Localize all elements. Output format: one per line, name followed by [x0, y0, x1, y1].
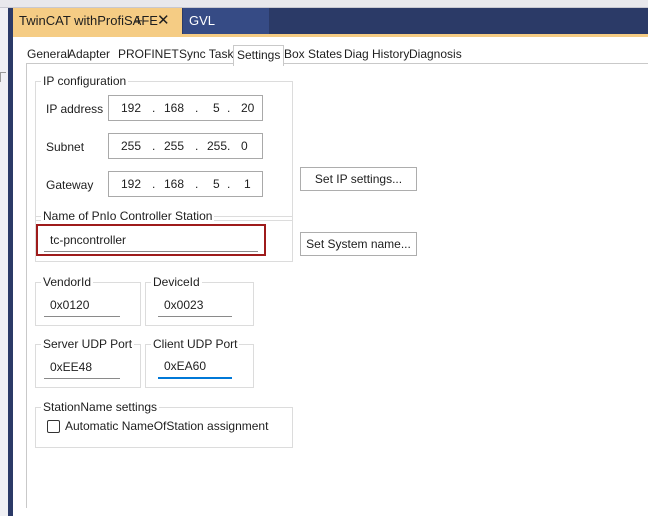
station-name-highlight	[36, 224, 266, 256]
tab-sync-task[interactable]: Sync Task	[179, 47, 233, 61]
ip-configuration-title: IP configuration	[41, 74, 129, 88]
client-udp-port-title: Client UDP Port	[151, 337, 240, 351]
automatic-name-label[interactable]: Automatic NameOfStation assignment	[65, 419, 268, 433]
ip-separator: .	[195, 101, 199, 115]
subnet-octet-3: 255	[207, 139, 228, 153]
ip-separator: .	[227, 101, 231, 115]
vendor-id-group: VendorId	[35, 275, 141, 326]
gateway-octet-1: 192	[121, 177, 142, 191]
tab-general[interactable]: General	[27, 47, 70, 61]
subnet-field[interactable]: 255 . 255 . 255 . 0	[108, 133, 263, 159]
close-icon[interactable]: ✕	[157, 8, 170, 34]
set-system-name-button[interactable]: Set System name...	[300, 232, 417, 256]
tab-adapter[interactable]: Adapter	[68, 47, 110, 61]
ip-address-field[interactable]: 192 . 168 . 5 . 20	[108, 95, 263, 121]
station-name-input[interactable]	[44, 228, 258, 252]
station-name-title: Name of PnIo Controller Station	[41, 209, 215, 223]
ip-octet-1: 192	[121, 101, 142, 115]
gateway-octet-2: 168	[164, 177, 185, 191]
gateway-octet-3: 5	[213, 177, 220, 191]
client-udp-port-input[interactable]	[158, 355, 232, 379]
device-id-group: DeviceId	[145, 275, 254, 326]
automatic-name-checkbox[interactable]	[47, 420, 60, 433]
tab-profinet[interactable]: PROFINET	[118, 47, 179, 61]
subnet-octet-4: 0	[241, 139, 248, 153]
client-udp-port-group: Client UDP Port	[145, 337, 254, 388]
subnet-separator: .	[195, 139, 199, 153]
subnet-label: Subnet	[46, 140, 85, 154]
gateway-field[interactable]: 192 . 168 . 5 . 1	[108, 171, 263, 197]
ip-octet-2: 168	[164, 101, 185, 115]
gateway-octet-4: 1	[244, 177, 251, 191]
ip-octet-3: 5	[213, 101, 220, 115]
left-strip-marker	[0, 72, 6, 82]
set-ip-settings-button[interactable]: Set IP settings...	[300, 167, 417, 191]
tab-box-states[interactable]: Box States	[284, 47, 342, 61]
document-tab-gvl[interactable]: GVL	[183, 8, 269, 34]
station-name-settings-group: StationName settings Automatic NameOfSta…	[35, 400, 293, 448]
tab-diagnosis[interactable]: Diagnosis	[409, 47, 462, 61]
subnet-octet-2: 255	[164, 139, 185, 153]
gateway-separator: .	[227, 177, 231, 191]
editor-content: General Adapter PROFINET Sync Task Setti…	[13, 34, 648, 516]
subnet-octet-1: 255	[121, 139, 142, 153]
subnet-separator: .	[227, 139, 231, 153]
ip-configuration-group: IP configuration IP address 192 . 168 . …	[35, 74, 293, 221]
pin-icon[interactable]: ∔	[134, 8, 143, 34]
gateway-separator: .	[152, 177, 156, 191]
top-strip	[0, 0, 648, 8]
ip-separator: .	[152, 101, 156, 115]
settings-panel: IP configuration IP address 192 . 168 . …	[26, 63, 648, 508]
left-tool-strip	[0, 8, 13, 516]
device-id-title: DeviceId	[151, 275, 202, 289]
ip-octet-4: 20	[241, 101, 255, 115]
document-tab-label: GVL	[189, 13, 216, 28]
gateway-label: Gateway	[46, 178, 94, 192]
server-udp-port-title: Server UDP Port	[41, 337, 135, 351]
document-tab-twincat[interactable]: TwinCAT withProfiSAFE ∔ ✕	[13, 8, 182, 34]
vendor-id-title: VendorId	[41, 275, 94, 289]
station-name-settings-title: StationName settings	[41, 400, 160, 414]
server-udp-port-group: Server UDP Port	[35, 337, 141, 388]
subnet-separator: .	[152, 139, 156, 153]
tab-settings[interactable]: Settings	[233, 45, 285, 66]
vendor-id-input[interactable]	[44, 293, 120, 317]
server-udp-port-input[interactable]	[44, 355, 120, 379]
sub-tab-strip: General Adapter PROFINET Sync Task Setti…	[13, 45, 648, 66]
device-id-input[interactable]	[158, 293, 232, 317]
ip-address-label: IP address	[46, 102, 104, 116]
document-tab-bar: TwinCAT withProfiSAFE ∔ ✕ GVL	[13, 8, 648, 34]
tab-diag-history[interactable]: Diag History	[344, 47, 409, 61]
gateway-separator: .	[195, 177, 199, 191]
